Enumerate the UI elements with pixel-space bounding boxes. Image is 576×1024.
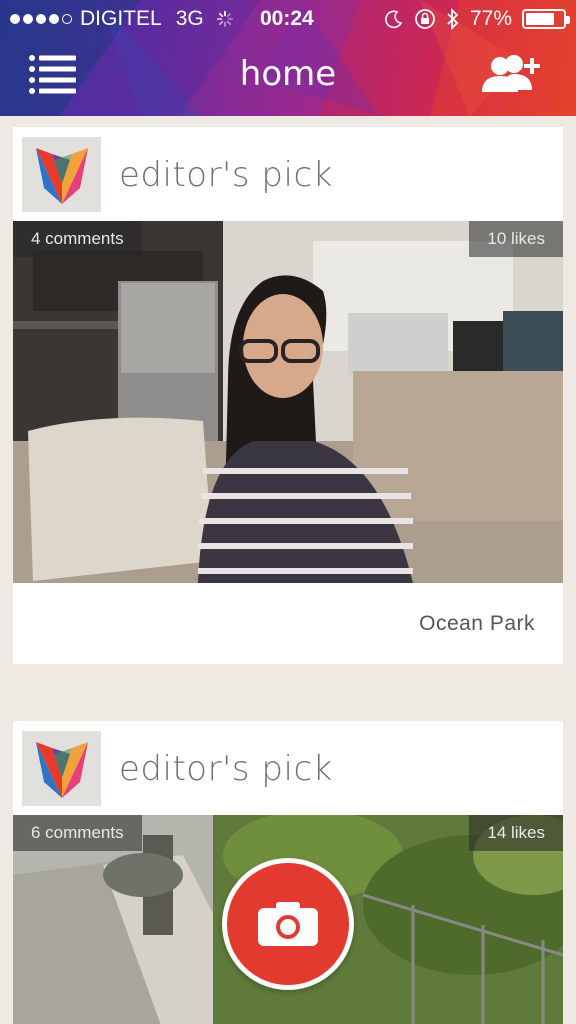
battery-percent: 77% — [469, 7, 512, 30]
photo-girl-on-couch — [13, 221, 563, 583]
signal-strength-icon — [10, 14, 72, 24]
editor-avatar — [22, 731, 101, 806]
card-title: editor's pick — [119, 155, 333, 195]
feed-card[interactable]: editor's pick 4 comments 10 likes Ocean … — [13, 127, 563, 664]
activity-spinner-icon — [216, 10, 233, 28]
clock: 00:24 — [260, 7, 314, 30]
post-photo[interactable]: 4 comments 10 likes — [13, 221, 563, 583]
network-type: 3G — [175, 7, 204, 30]
card-header: editor's pick — [13, 127, 563, 221]
rotation-lock-icon — [415, 9, 435, 29]
moon-icon — [385, 10, 403, 29]
likes-count[interactable]: 10 likes — [469, 221, 563, 257]
camera-button[interactable] — [222, 858, 354, 990]
app-header: DIGITEL 3G 00:24 77% home — [0, 0, 576, 116]
location-label[interactable]: Ocean Park — [419, 612, 535, 636]
camera-icon — [258, 902, 318, 946]
brand-logo-icon — [35, 147, 88, 204]
comments-count[interactable]: 4 comments — [13, 221, 142, 257]
editor-avatar — [22, 137, 101, 212]
carrier-name: DIGITEL — [80, 7, 162, 30]
comments-count[interactable]: 6 comments — [13, 815, 142, 851]
battery-icon — [522, 9, 570, 29]
bluetooth-icon — [447, 8, 459, 30]
brand-logo-icon — [35, 741, 88, 798]
nav-bar: home — [0, 40, 576, 112]
card-header: editor's pick — [13, 721, 563, 815]
status-bar: DIGITEL 3G 00:24 77% — [0, 0, 576, 38]
likes-count[interactable]: 14 likes — [469, 815, 563, 851]
add-friend-icon[interactable] — [478, 52, 546, 98]
card-title: editor's pick — [119, 749, 333, 789]
